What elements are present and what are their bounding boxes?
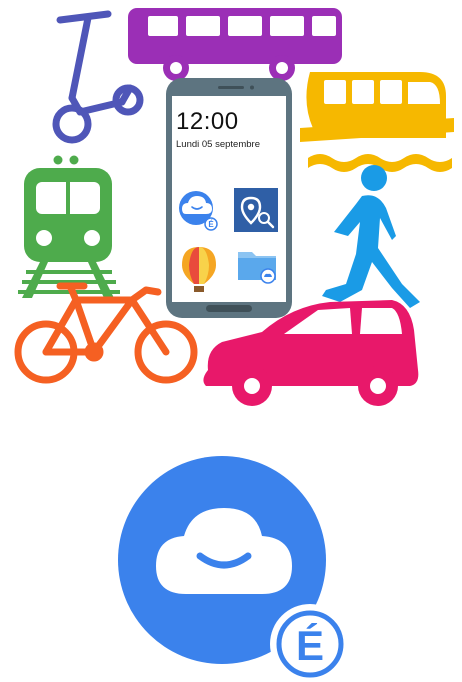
ferry-icon (300, 72, 454, 172)
pedestrian-icon (322, 165, 420, 308)
logo-badge-letter: É (296, 622, 324, 669)
phone-date: Lundi 05 septembre (176, 139, 260, 150)
scooter-icon (52, 10, 144, 144)
bus-icon (128, 8, 342, 81)
phone-clock: 12:00 (176, 108, 239, 135)
train-icon (18, 155, 120, 298)
app-folder-icon[interactable] (238, 252, 276, 284)
app-map-search-icon[interactable] (234, 188, 278, 232)
illustration-scene: É É (14, 8, 454, 682)
svg-text:É: É (208, 220, 214, 229)
